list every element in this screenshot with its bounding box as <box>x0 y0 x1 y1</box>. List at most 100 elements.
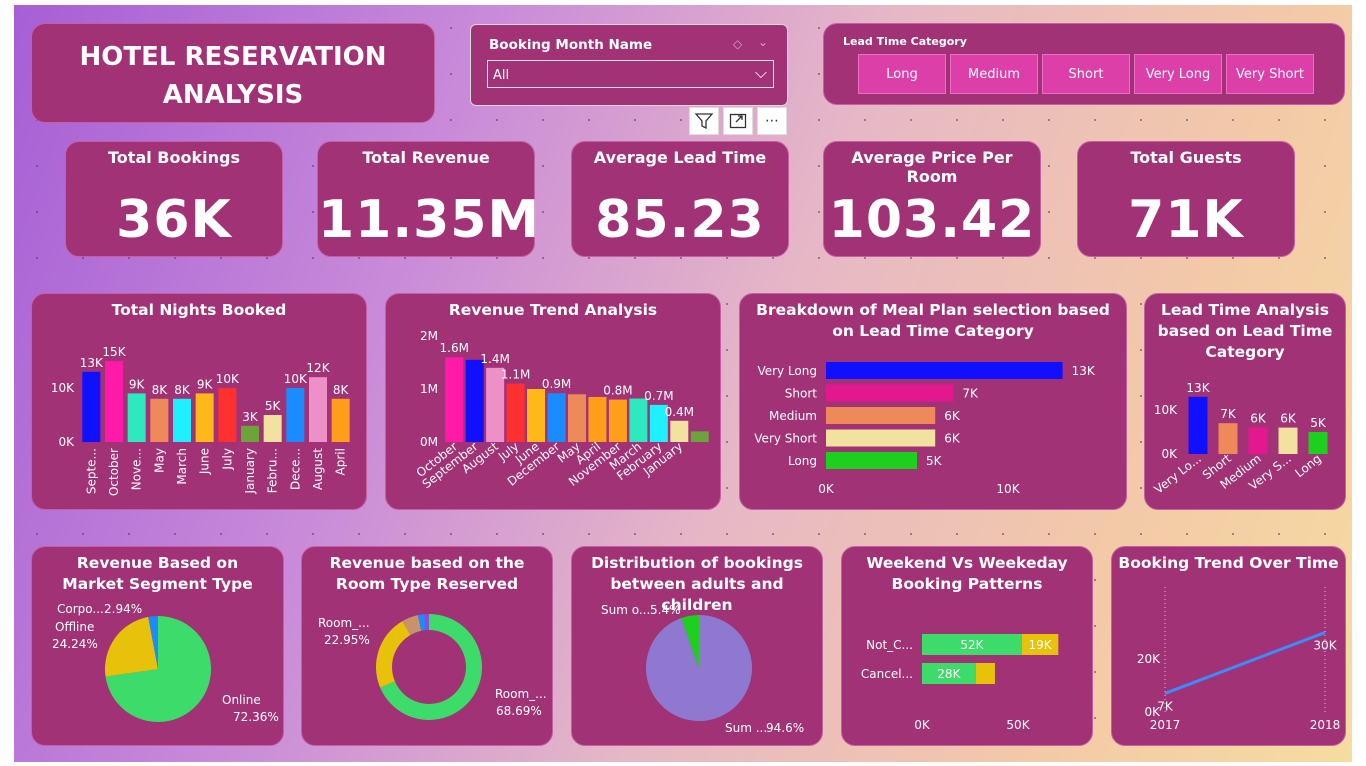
chart-weekend-weekday[interactable]: Weekend Vs Weekeday Booking Patterns Not… <box>841 546 1093 746</box>
data-label: 0.4M <box>665 405 694 419</box>
series-line <box>1164 631 1326 695</box>
chart-meal-plan[interactable]: Breakdown of Meal Plan selection based o… <box>739 293 1127 510</box>
slice-value: 2.94% <box>104 602 142 616</box>
x-tick-label: Septe... <box>84 448 98 494</box>
kpi-label: Total Bookings <box>108 148 240 167</box>
data-label: 12K <box>306 361 330 375</box>
trend-line-chart: 0K20K7K30K2017 2018 <box>1137 587 1341 732</box>
nights-bar-chart: 0K 10K 13K Septe... 15K October 9K Nove... 8K May… <box>51 345 350 496</box>
lead-option-long[interactable]: Long <box>858 54 946 94</box>
kpi-average-price: Average Price Per Room 103.42 <box>823 141 1041 257</box>
bar <box>331 398 350 442</box>
lead-option-very-short[interactable]: Very Short <box>1226 54 1314 94</box>
bar <box>826 452 917 469</box>
x-tick-label: March <box>175 448 189 485</box>
bar <box>826 429 936 447</box>
data-label: 9K <box>129 377 146 391</box>
bar <box>568 394 586 442</box>
lead-option-very-long[interactable]: Very Long <box>1134 54 1222 94</box>
bar <box>608 399 627 442</box>
bar <box>127 393 146 442</box>
y-tick-label: Short <box>785 387 817 401</box>
lead-option-short[interactable]: Short <box>1042 54 1130 94</box>
dropdown-value: All <box>493 68 510 83</box>
kpi-total-revenue: Total Revenue 11.35M <box>317 141 539 257</box>
bar <box>263 415 282 442</box>
chart-market-segment[interactable]: Revenue Based on Market Segment Type Onl… <box>31 546 284 746</box>
slice-value: 24.24% <box>52 637 98 651</box>
x-tick-label: 2018 <box>1310 718 1341 732</box>
data-label: 0.8M <box>603 384 632 398</box>
bar <box>195 393 214 442</box>
y-tick-label: 0M <box>420 435 438 449</box>
y-tick-label: 0K <box>1161 447 1178 461</box>
filter-icon[interactable] <box>689 107 719 135</box>
bar <box>150 398 169 442</box>
chart-total-nights[interactable]: Total Nights Booked 0K 10K 13K Septe... 15K O… <box>31 293 367 510</box>
kpi-total-bookings: Total Bookings 36K <box>65 141 283 257</box>
kpi-label: Total Revenue <box>362 148 490 167</box>
booking-month-slicer[interactable]: Booking Month Name ◇ ⌄ All ⌵ <box>470 24 788 106</box>
x-tick-label: Long <box>1292 451 1324 480</box>
data-label: 0.9M <box>542 377 571 391</box>
data-label: 7K <box>1220 407 1237 421</box>
data-label: 7K <box>1157 699 1174 713</box>
more-options-icon[interactable]: ⋯ <box>757 107 787 135</box>
slice-label: Online <box>222 693 261 707</box>
kpi-label: Average Price Per Room <box>851 148 1013 186</box>
focus-mode-icon[interactable] <box>723 107 753 135</box>
x-tick-label: Febru... <box>266 448 280 493</box>
x-tick-label: July <box>220 448 234 471</box>
more-options-label: ⋯ <box>765 113 779 129</box>
slicer-label: Booking Month Name <box>489 37 653 53</box>
lead-time-slicer: Lead Time Category Long Medium Short Ver… <box>823 23 1345 105</box>
bar <box>826 384 954 402</box>
month-dropdown[interactable]: All ⌵ <box>487 60 774 88</box>
data-label: 9K <box>197 377 214 391</box>
page-title: HOTEL RESERVATION ANALYSIS <box>79 42 387 110</box>
data-label: 19K <box>1029 638 1053 652</box>
slice-label: Room_... <box>318 616 370 630</box>
donut-hole <box>392 630 466 704</box>
x-tick-label: August <box>311 448 325 490</box>
x-tick-label: Nove... <box>130 448 144 490</box>
bar <box>309 377 327 442</box>
chart-revenue-trend[interactable]: Revenue Trend Analysis 0M 1M 2M 1.6M October… <box>385 293 721 510</box>
chart-booking-trend[interactable]: Booking Trend Over Time 0K 20K 7K 30K 2017 20… <box>1111 546 1346 746</box>
data-label: 1.4M <box>480 352 509 366</box>
dropdown-chevron-icon: ⌵ <box>754 63 767 82</box>
chart-room-type[interactable]: Revenue based on the Room Type Reserved … <box>301 546 553 746</box>
bar <box>629 398 648 442</box>
y-tick-label: 1M <box>420 382 438 396</box>
data-label: 10K <box>284 372 308 386</box>
x-tick-label: April <box>334 448 348 475</box>
data-label: 5K <box>1310 416 1327 430</box>
data-label: 6K <box>1280 412 1297 426</box>
kpi-value: 71K <box>1128 190 1244 250</box>
data-label: 6K <box>1250 412 1267 426</box>
x-tick-label: 0K <box>914 718 931 732</box>
data-label: 52K <box>960 638 984 652</box>
bar <box>588 396 607 442</box>
bar <box>826 362 1063 379</box>
bar <box>241 425 259 442</box>
slice-value: 5.4% <box>650 603 681 617</box>
data-label: 7K <box>962 387 979 401</box>
y-tick-label: 20K <box>1137 652 1161 666</box>
chevron-down-icon[interactable]: ⌄ <box>758 35 768 49</box>
data-label: 1.1M <box>501 368 530 382</box>
title-card: HOTEL RESERVATION ANALYSIS <box>31 23 435 123</box>
slice-label: Sum ... <box>725 721 767 735</box>
data-label: 10K <box>216 372 240 386</box>
data-label: 30K <box>1313 639 1337 653</box>
data-label: 8K <box>152 383 169 397</box>
bar-segment <box>975 663 995 684</box>
data-label: 8K <box>174 383 191 397</box>
chart-adults-children[interactable]: Distribution of bookings between adults … <box>571 546 823 746</box>
chart-lead-time[interactable]: Lead Time Analysis based on Lead Time Ca… <box>1144 293 1346 510</box>
slice-label: Corpo... <box>57 602 104 616</box>
slicer-label: Lead Time Category <box>843 35 967 48</box>
lead-option-medium[interactable]: Medium <box>950 54 1038 94</box>
eraser-icon[interactable]: ◇ <box>733 37 742 51</box>
y-tick-label: 2M <box>420 329 438 343</box>
